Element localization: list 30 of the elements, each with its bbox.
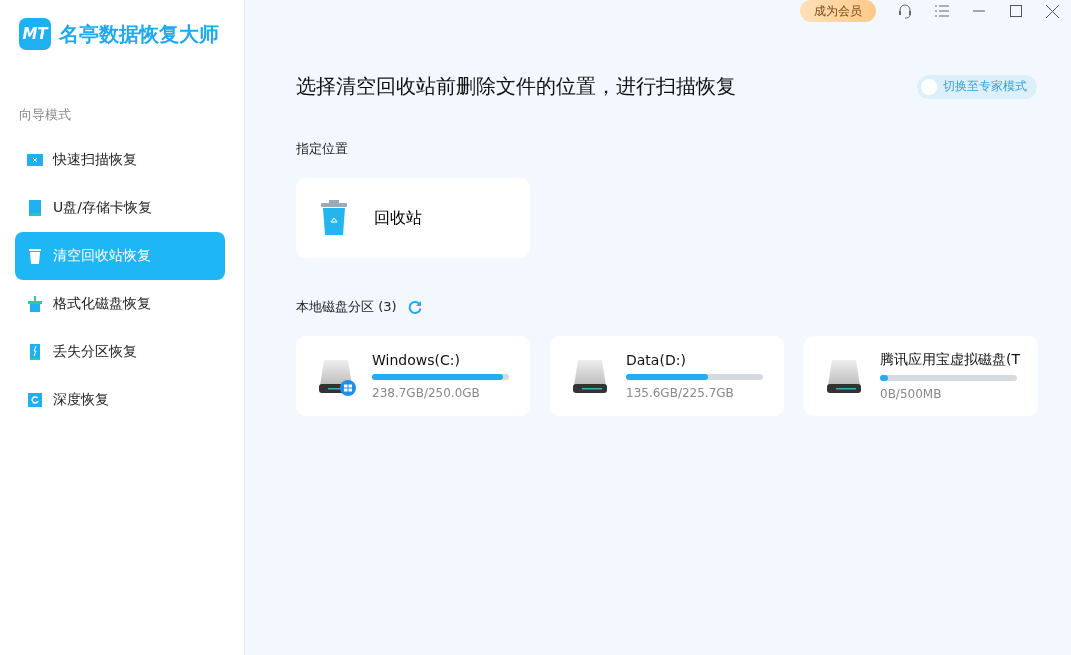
sidebar-item[interactable]: 深度恢复 bbox=[15, 376, 225, 424]
member-button[interactable]: 成为会员 bbox=[800, 0, 876, 22]
refresh-icon bbox=[26, 391, 44, 409]
memory-card-icon bbox=[26, 199, 44, 217]
disk-usage: 238.7GB/250.0GB bbox=[372, 386, 481, 400]
sidebar-item[interactable]: 丢失分区恢复 bbox=[15, 328, 225, 376]
section-title: 本地磁盘分区 (3) bbox=[296, 298, 397, 316]
app-title: 名亭数据恢复大师 bbox=[59, 20, 219, 48]
trash-icon bbox=[26, 247, 44, 265]
disk-usage: 0B/500MB bbox=[880, 387, 943, 401]
disk-name: Windows(C:) bbox=[372, 352, 461, 368]
section-title: 指定位置 bbox=[296, 140, 348, 158]
sidebar-item[interactable]: 快速扫描恢复 bbox=[15, 136, 225, 184]
trash-icon bbox=[320, 200, 348, 236]
section-title: 向导模式 bbox=[19, 106, 72, 124]
recycle-bin-card[interactable]: 回收站 bbox=[296, 178, 530, 258]
app-logo: MT bbox=[19, 18, 51, 50]
disk-card[interactable]: Windows(C:) 238.7GB/250.0GB bbox=[296, 336, 530, 416]
disk-card[interactable]: Data(D:) 135.6GB/225.7GB bbox=[550, 336, 784, 416]
sidebar-item[interactable]: 格式化磁盘恢复 bbox=[15, 280, 225, 328]
disk-name: Data(D:) bbox=[626, 352, 687, 368]
sidebar-item[interactable]: U盘/存储卡恢复 bbox=[15, 184, 225, 232]
refresh-icon[interactable] bbox=[406, 299, 423, 315]
disk-card[interactable]: 腾讯应用宝虚拟磁盘(T 0B/500MB bbox=[804, 336, 1038, 416]
folder-icon bbox=[26, 151, 44, 169]
disk-usage: 135.6GB/225.7GB bbox=[626, 386, 735, 400]
disk-name: 腾讯应用宝虚拟磁盘(T bbox=[880, 351, 1020, 369]
recycle-bin-label: 回收站 bbox=[374, 207, 422, 229]
brush-icon bbox=[26, 295, 44, 313]
page-heading: 选择清空回收站前删除文件的位置，进行扫描恢复 bbox=[296, 73, 736, 100]
